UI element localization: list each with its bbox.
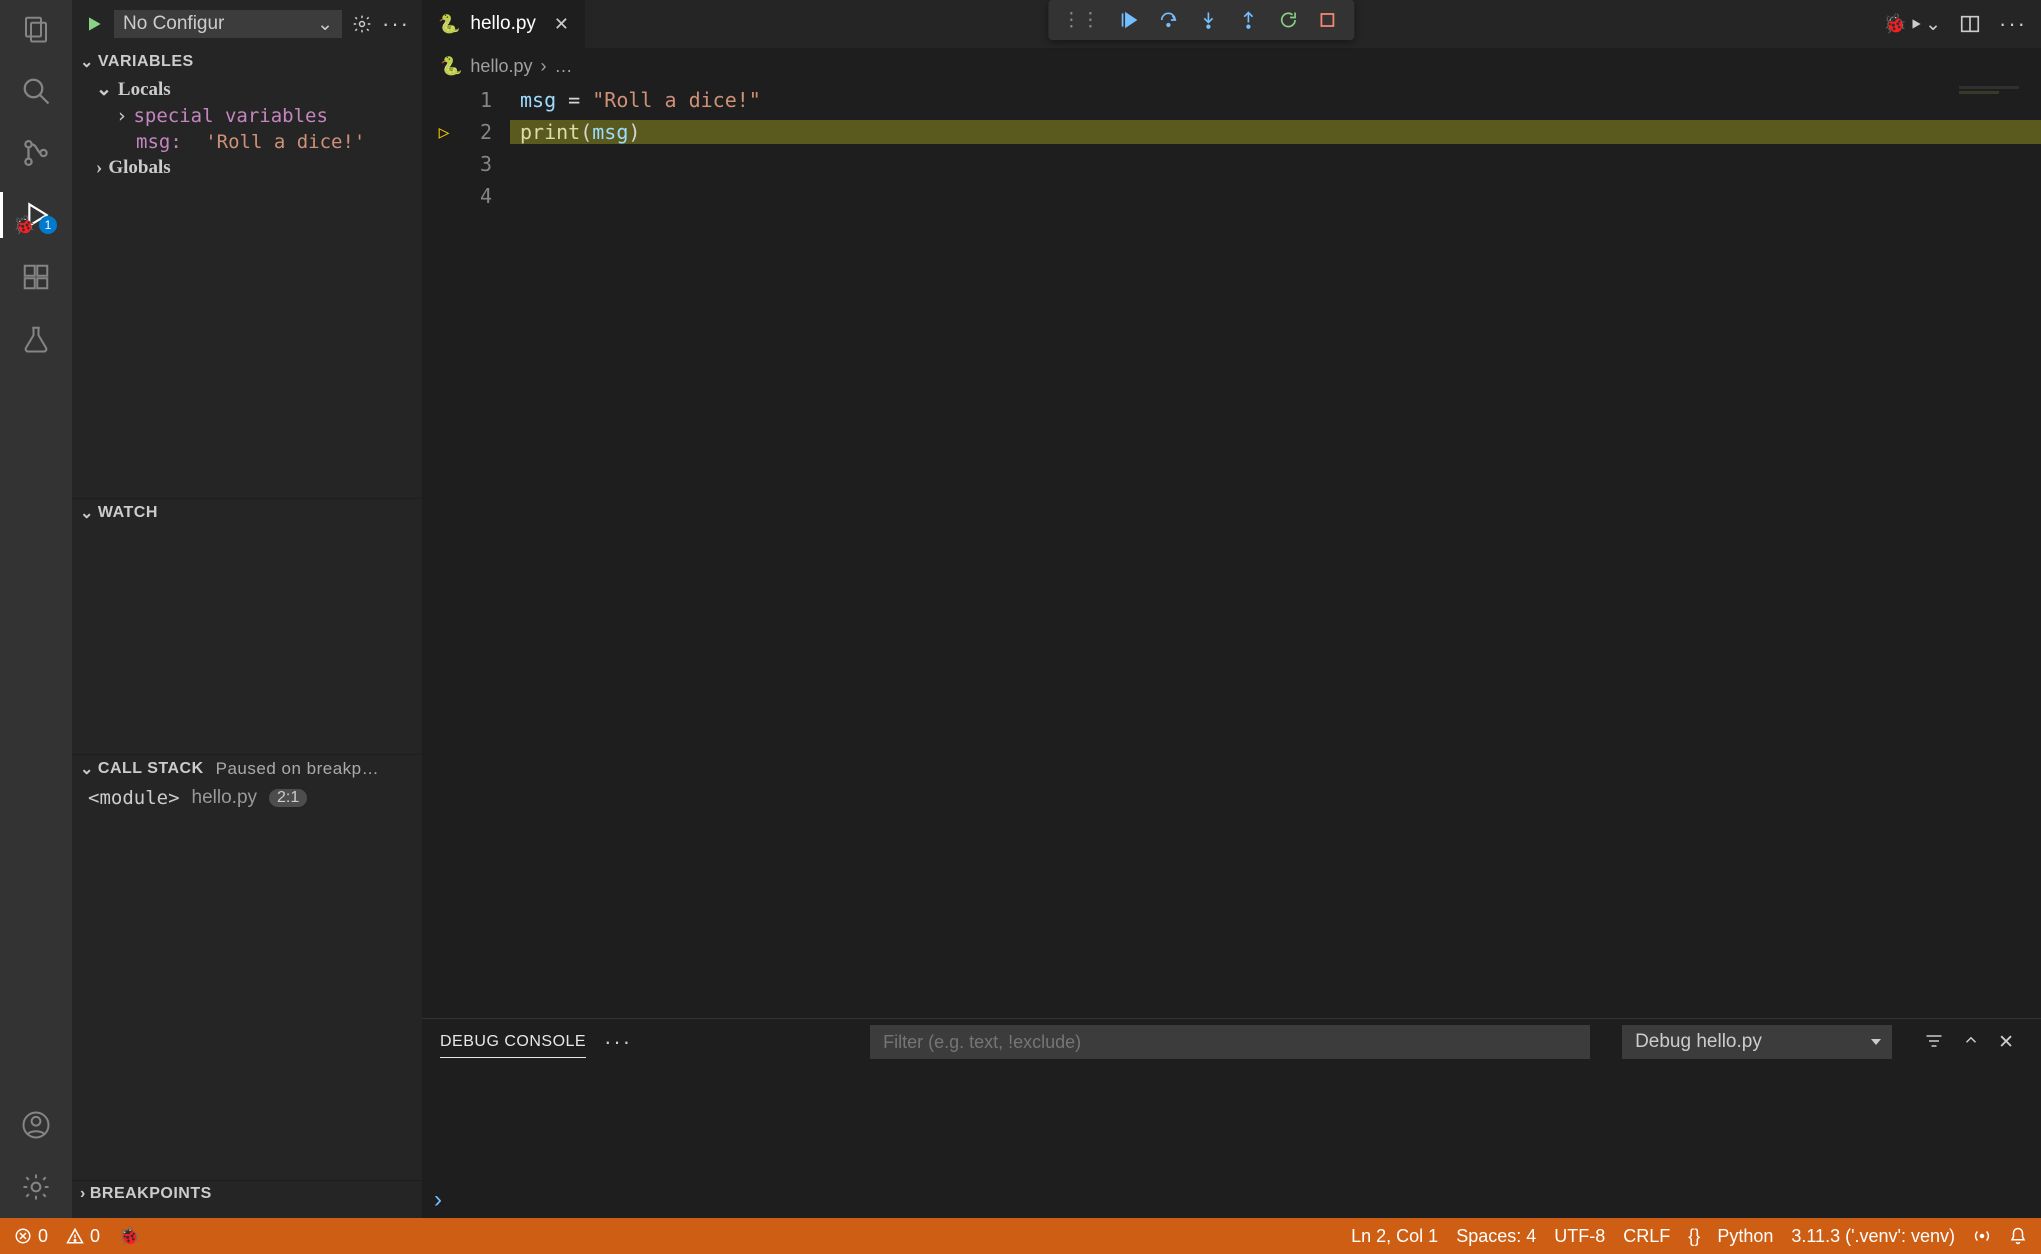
accounts-icon[interactable] — [19, 1108, 53, 1142]
stop-button[interactable] — [1318, 11, 1340, 29]
chevron-right-icon — [96, 157, 102, 179]
collapse-icon[interactable] — [1962, 1031, 1980, 1054]
more-icon[interactable]: ··· — [1999, 11, 2027, 37]
split-editor-icon[interactable] — [1959, 13, 1981, 35]
line-number: 1 — [466, 88, 510, 112]
debug-config-select[interactable]: No Configur — [114, 10, 342, 38]
chevron-down-icon — [80, 759, 94, 779]
variables-locals[interactable]: Locals — [72, 76, 422, 103]
breakpoints-header[interactable]: BREAKPOINTS — [72, 1181, 422, 1207]
python-icon: 🐍 — [438, 14, 460, 35]
callstack-status: Paused on breakp… — [216, 759, 380, 779]
activity-bar: 🐞 1 — [0, 0, 72, 1218]
line-number: 4 — [466, 184, 510, 208]
extensions-icon[interactable] — [19, 260, 53, 294]
status-errors[interactable]: 0 — [14, 1226, 48, 1247]
chevron-down-icon — [317, 13, 333, 36]
step-out-button[interactable] — [1238, 10, 1260, 30]
status-warnings[interactable]: 0 — [66, 1226, 100, 1247]
variables-special[interactable]: special variables — [72, 103, 422, 129]
more-icon[interactable]: ··· — [604, 1029, 632, 1055]
console-input[interactable] — [422, 1182, 2041, 1218]
chevron-right-icon — [434, 1186, 442, 1214]
minimap[interactable] — [1951, 84, 2041, 1018]
status-encoding[interactable]: UTF-8 — [1554, 1226, 1605, 1247]
chevron-right-icon — [116, 105, 127, 127]
gear-icon[interactable] — [352, 14, 372, 34]
more-icon[interactable]: ··· — [382, 11, 410, 37]
variables-globals[interactable]: Globals — [72, 155, 422, 181]
status-language[interactable]: {} Python — [1688, 1226, 1773, 1247]
chevron-down-icon — [96, 78, 112, 101]
start-debug-icon[interactable] — [84, 14, 104, 34]
chevron-right-icon — [80, 1185, 86, 1203]
line-number: 2 — [466, 120, 510, 144]
status-eol[interactable]: CRLF — [1623, 1226, 1670, 1247]
run-debug-icon[interactable]: 🐞 1 — [19, 198, 53, 232]
status-bar: 0 0 🐞 Ln 2, Col 1 Spaces: 4 UTF-8 CRLF {… — [0, 1218, 2041, 1254]
tab-label: hello.py — [470, 13, 536, 35]
drag-handle-icon[interactable]: ⋮⋮ — [1062, 9, 1100, 32]
testing-icon[interactable] — [19, 322, 53, 356]
watch-header[interactable]: WATCH — [72, 499, 422, 527]
step-over-button[interactable] — [1158, 10, 1180, 30]
chevron-down-icon — [80, 503, 94, 523]
source-control-icon[interactable] — [19, 136, 53, 170]
editor-area: 🐍 hello.py ✕ ⋮⋮ 🐞 ··· — [422, 0, 2041, 1218]
python-icon: 🐍 — [440, 56, 462, 77]
variable-msg[interactable]: msg: 'Roll a dice!' — [72, 129, 422, 155]
debug-toolbar: ⋮⋮ — [1048, 0, 1354, 40]
code-editor[interactable]: 1 msg = "Roll a dice!" ▷ 2 print(msg) 3 — [422, 84, 2041, 1018]
status-bell-icon[interactable] — [2009, 1227, 2027, 1245]
stack-frame[interactable]: <module> hello.py 2:1 — [72, 783, 422, 813]
status-spaces[interactable]: Spaces: 4 — [1456, 1226, 1536, 1247]
filter-icon[interactable] — [1924, 1031, 1944, 1054]
close-icon[interactable]: ✕ — [554, 14, 569, 35]
search-icon[interactable] — [19, 74, 53, 108]
variables-header[interactable]: VARIABLES — [72, 48, 422, 76]
status-broadcast-icon[interactable] — [1973, 1227, 1991, 1245]
callstack-header[interactable]: CALL STACKPaused on breakp… — [72, 755, 422, 783]
tab-hello[interactable]: 🐍 hello.py ✕ — [422, 0, 586, 48]
session-select[interactable]: Debug hello.py — [1622, 1025, 1892, 1059]
console-filter-input[interactable] — [870, 1025, 1590, 1059]
debug-console-panel: DEBUG CONSOLE ··· Debug hello.py ✕ — [422, 1018, 2041, 1218]
debug-sidebar: No Configur ··· VARIABLES Locals special… — [72, 0, 422, 1218]
breadcrumb[interactable]: 🐍 hello.py … — [422, 48, 2041, 84]
step-into-button[interactable] — [1198, 10, 1220, 30]
chevron-down-icon — [80, 52, 94, 72]
restart-button[interactable] — [1278, 10, 1300, 30]
continue-button[interactable] — [1118, 10, 1140, 30]
explorer-icon[interactable] — [19, 12, 53, 46]
debug-config-label: No Configur — [123, 13, 224, 35]
status-interpreter[interactable]: 3.11.3 ('.venv': venv) — [1791, 1226, 1955, 1247]
debug-console-tab[interactable]: DEBUG CONSOLE — [440, 1027, 586, 1058]
line-number: 3 — [466, 152, 510, 176]
editor-tabs: 🐍 hello.py ✕ ⋮⋮ 🐞 ··· — [422, 0, 2041, 48]
status-lncol[interactable]: Ln 2, Col 1 — [1351, 1226, 1438, 1247]
run-python-icon[interactable]: 🐞 — [1883, 12, 1941, 36]
settings-gear-icon[interactable] — [19, 1170, 53, 1204]
chevron-down-icon — [1925, 13, 1941, 36]
close-panel-icon[interactable]: ✕ — [1998, 1031, 2014, 1054]
status-debug-icon[interactable]: 🐞 — [118, 1226, 140, 1247]
chevron-right-icon — [540, 56, 546, 77]
current-line-icon: ▷ — [439, 122, 450, 143]
debug-badge: 1 — [39, 216, 57, 234]
